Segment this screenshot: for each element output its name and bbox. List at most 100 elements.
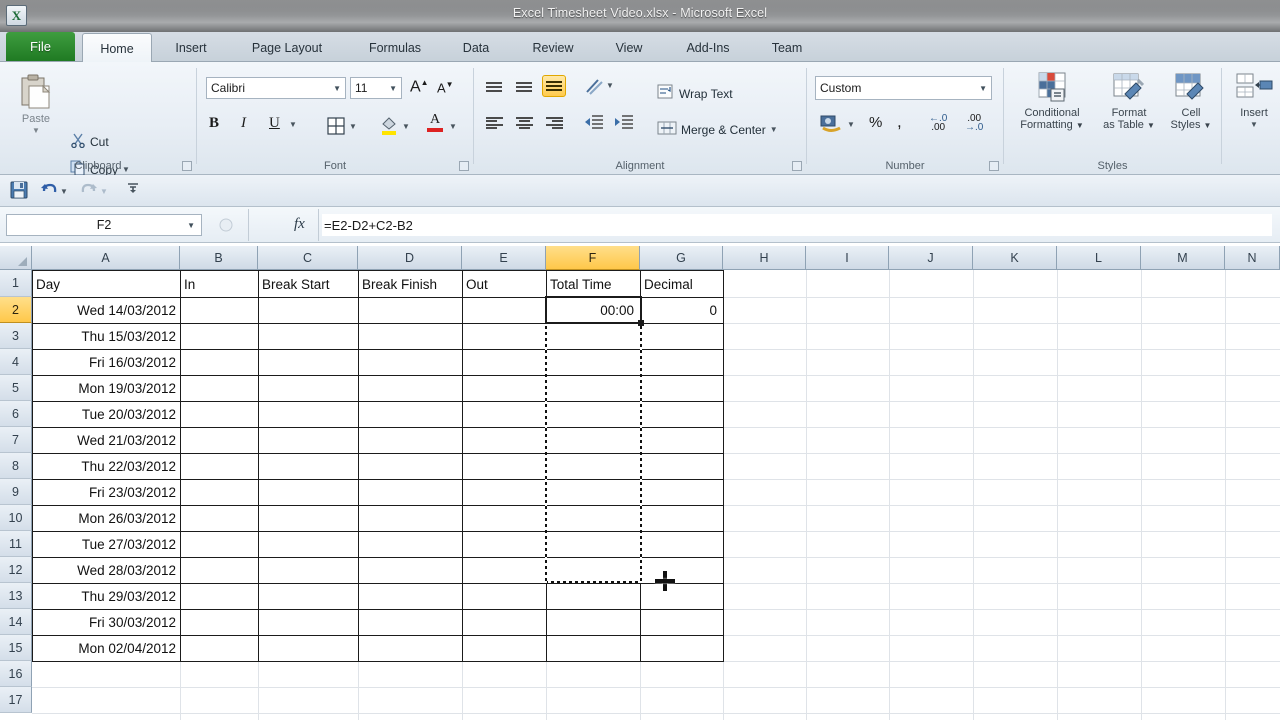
- align-center-button[interactable]: [512, 112, 536, 134]
- row-header-8[interactable]: 8: [0, 453, 32, 479]
- alignment-dialog-launcher[interactable]: [792, 161, 802, 171]
- decrease-indent-button[interactable]: [584, 114, 604, 133]
- chevron-down-icon[interactable]: ▼: [606, 81, 614, 90]
- chevron-down-icon[interactable]: ▼: [770, 125, 778, 134]
- column-header-K[interactable]: K: [973, 246, 1057, 270]
- name-box[interactable]: F2 ▼: [6, 214, 202, 236]
- chevron-down-icon[interactable]: ▼: [449, 122, 457, 131]
- column-header-L[interactable]: L: [1057, 246, 1141, 270]
- conditional-formatting-button[interactable]: Conditional Formatting ▼: [1010, 72, 1094, 132]
- row-header-15[interactable]: 15: [0, 635, 32, 661]
- cell-A2[interactable]: Wed 14/03/2012: [33, 298, 179, 323]
- cell-A4[interactable]: Fri 16/03/2012: [33, 350, 179, 375]
- bold-button[interactable]: B: [209, 115, 219, 132]
- font-color-button[interactable]: A: [427, 113, 443, 132]
- column-header-D[interactable]: D: [358, 246, 462, 270]
- fill-handle[interactable]: [638, 320, 644, 326]
- grow-font-button[interactable]: A▲: [410, 78, 429, 96]
- align-top-button[interactable]: [482, 76, 506, 98]
- cell-A8[interactable]: Thu 22/03/2012: [33, 454, 179, 479]
- tab-file[interactable]: File: [6, 32, 75, 61]
- merge-center-button[interactable]: Merge & Center ▼: [657, 120, 778, 139]
- chevron-down-icon[interactable]: ▼: [389, 84, 397, 93]
- row-header-1[interactable]: 1: [0, 270, 32, 297]
- cell-A10[interactable]: Mon 26/03/2012: [33, 506, 179, 531]
- cell-styles-button[interactable]: Cell Styles ▼: [1164, 72, 1218, 132]
- cell-A13[interactable]: Thu 29/03/2012: [33, 584, 179, 609]
- italic-button[interactable]: I: [241, 115, 246, 132]
- fill-color-button[interactable]: [380, 116, 398, 139]
- tab-add-ins[interactable]: Add-Ins: [666, 34, 750, 62]
- cell-A3[interactable]: Thu 15/03/2012: [33, 324, 179, 349]
- cell-A9[interactable]: Fri 23/03/2012: [33, 480, 179, 505]
- chevron-down-icon[interactable]: ▼: [979, 84, 987, 93]
- row-header-3[interactable]: 3: [0, 323, 32, 349]
- decrease-decimal-button[interactable]: .00 →.0: [965, 114, 983, 132]
- paste-button[interactable]: Paste ▼: [12, 74, 60, 137]
- tab-home[interactable]: Home: [82, 33, 152, 63]
- chevron-down-icon[interactable]: ▼: [333, 84, 341, 93]
- tab-team[interactable]: Team: [756, 34, 818, 62]
- increase-decimal-button[interactable]: ←.0 .00: [929, 114, 947, 132]
- tab-data[interactable]: Data: [444, 34, 508, 62]
- column-header-B[interactable]: B: [180, 246, 258, 270]
- row-header-16[interactable]: 16: [0, 661, 32, 687]
- cell-D1[interactable]: Break Finish: [359, 271, 461, 297]
- row-header-17[interactable]: 17: [0, 687, 32, 713]
- row-header-6[interactable]: 6: [0, 401, 32, 427]
- clipboard-dialog-launcher[interactable]: [182, 161, 192, 171]
- accounting-format-button[interactable]: [820, 114, 842, 137]
- chevron-down-icon[interactable]: ▼: [60, 187, 68, 196]
- tab-view[interactable]: View: [598, 34, 660, 62]
- save-button[interactable]: [10, 181, 28, 202]
- cell-E1[interactable]: Out: [463, 271, 545, 297]
- tab-insert[interactable]: Insert: [158, 34, 224, 62]
- cell-F1[interactable]: Total Time: [547, 271, 639, 297]
- align-middle-button[interactable]: [512, 76, 536, 98]
- chevron-down-icon[interactable]: ▼: [1250, 119, 1258, 131]
- row-header-14[interactable]: 14: [0, 609, 32, 635]
- align-right-button[interactable]: [542, 112, 566, 134]
- row-header-11[interactable]: 11: [0, 531, 32, 557]
- increase-indent-button[interactable]: [614, 114, 634, 133]
- customize-qat-button[interactable]: [126, 181, 140, 198]
- row-header-4[interactable]: 4: [0, 349, 32, 375]
- column-header-F[interactable]: F: [546, 246, 640, 270]
- percent-style-button[interactable]: %: [869, 114, 882, 131]
- row-header-7[interactable]: 7: [0, 427, 32, 453]
- column-header-A[interactable]: A: [32, 246, 180, 270]
- cell-A12[interactable]: Wed 28/03/2012: [33, 558, 179, 583]
- wrap-text-button[interactable]: Wrap Text: [657, 84, 733, 103]
- cell-A6[interactable]: Tue 20/03/2012: [33, 402, 179, 427]
- cell-A15[interactable]: Mon 02/04/2012: [33, 636, 179, 661]
- column-header-G[interactable]: G: [640, 246, 723, 270]
- column-header-M[interactable]: M: [1141, 246, 1225, 270]
- column-header-I[interactable]: I: [806, 246, 889, 270]
- redo-button[interactable]: ▼: [80, 181, 108, 202]
- chevron-down-icon[interactable]: ▼: [32, 125, 40, 137]
- formula-input[interactable]: =E2-D2+C2-B2: [322, 214, 1272, 236]
- chevron-down-icon[interactable]: ▼: [187, 221, 195, 230]
- tab-formulas[interactable]: Formulas: [350, 34, 440, 62]
- row-header-5[interactable]: 5: [0, 375, 32, 401]
- align-bottom-button[interactable]: [542, 75, 566, 97]
- format-as-table-button[interactable]: Format as Table ▼: [1096, 72, 1162, 132]
- font-name-combo[interactable]: Calibri ▼: [206, 77, 346, 99]
- chevron-down-icon[interactable]: ▼: [402, 122, 410, 131]
- cell-G1[interactable]: Decimal: [641, 271, 722, 297]
- insert-function-button[interactable]: fx: [294, 216, 305, 233]
- cell-G2[interactable]: 0: [641, 298, 720, 323]
- cell-A14[interactable]: Fri 30/03/2012: [33, 610, 179, 635]
- cell-F2[interactable]: 00:00: [547, 298, 637, 323]
- formula-bar-buttons[interactable]: [208, 214, 244, 236]
- row-header-12[interactable]: 12: [0, 557, 32, 583]
- insert-cells-button[interactable]: Insert ▼: [1228, 72, 1280, 131]
- column-header-E[interactable]: E: [462, 246, 546, 270]
- comma-style-button[interactable]: ,: [897, 112, 902, 132]
- row-header-13[interactable]: 13: [0, 583, 32, 609]
- cell-A5[interactable]: Mon 19/03/2012: [33, 376, 179, 401]
- row-header-2[interactable]: 2: [0, 297, 32, 323]
- cell-A1[interactable]: Day: [33, 271, 179, 297]
- chevron-down-icon[interactable]: ▼: [100, 187, 108, 196]
- tab-page-layout[interactable]: Page Layout: [230, 34, 344, 62]
